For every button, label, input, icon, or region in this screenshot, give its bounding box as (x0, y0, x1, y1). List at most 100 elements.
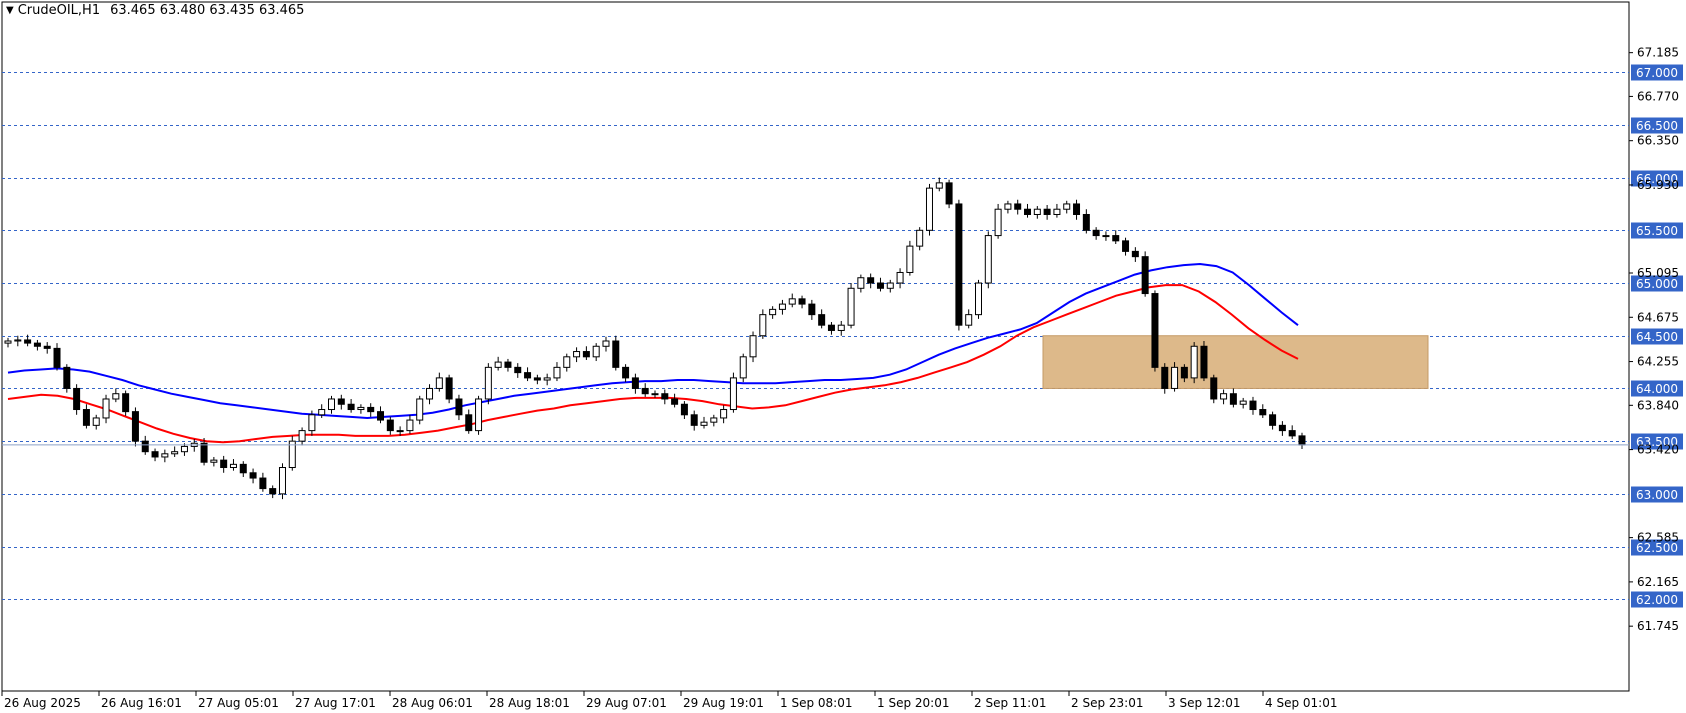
collapse-triangle-icon[interactable]: ▼ (6, 5, 14, 16)
candle-body (788, 298, 796, 305)
candle-body (543, 377, 551, 381)
candle-body (435, 377, 443, 389)
candle-body (700, 421, 708, 426)
y-tick-label: 64.675 (1637, 310, 1679, 324)
candle-body (778, 303, 786, 310)
y-tick-label: 63.420 (1637, 443, 1679, 457)
candle-body (1200, 345, 1208, 379)
chart-window: 67.000 66.500 66.000 65.500 65.000 64.500 64.0… (0, 0, 1686, 713)
candle-body (837, 324, 845, 331)
candle-body (1278, 424, 1286, 432)
candle-body (161, 453, 169, 458)
candle-body (671, 398, 679, 405)
candle-body (886, 282, 894, 289)
candle-body (1122, 240, 1130, 252)
y-tick-label: 63.840 (1637, 398, 1679, 412)
candle-body (249, 472, 257, 479)
candle-body (925, 187, 933, 231)
candle-body (945, 182, 953, 205)
ohlc-readout: 63.465 63.480 63.435 63.465 (110, 3, 305, 18)
candle-body (1239, 400, 1247, 405)
candle-body (1073, 203, 1081, 215)
candle-body (1063, 203, 1071, 210)
price-chart[interactable]: 67.00066.50066.00065.50065.00064.50064.0… (0, 0, 1686, 713)
candle-body (749, 335, 757, 358)
candle-body (1033, 208, 1041, 215)
candle-body (377, 411, 385, 421)
candle-body (1220, 393, 1228, 400)
candle-body (1102, 235, 1110, 238)
candle-body (896, 271, 904, 284)
x-tick-label: 26 Aug 2025 (4, 696, 81, 710)
symbol-header: ▼ CrudeOIL,H1 63.465 63.480 63.435 63.46… (6, 3, 304, 18)
x-tick-label: 26 Aug 16:01 (101, 696, 182, 710)
candle-body (592, 345, 600, 358)
y-tick-label: 67.185 (1637, 46, 1679, 60)
y-tick-label: 64.255 (1637, 355, 1679, 369)
candle-body (729, 377, 737, 411)
candle-body (994, 208, 1002, 237)
x-tick-label: 1 Sep 20:01 (877, 696, 949, 710)
candle-body (739, 356, 747, 379)
candle-body (847, 287, 855, 326)
candle-body (416, 398, 424, 421)
candle-body (1269, 414, 1277, 426)
candle-body (1249, 400, 1257, 411)
candle-body (318, 409, 326, 416)
candle-body (131, 411, 139, 442)
candle-body (357, 406, 365, 411)
candle-body (965, 314, 973, 326)
candle-body (1288, 430, 1296, 437)
support-resistance-zone (1042, 335, 1429, 389)
x-tick-label: 2 Sep 23:01 (1071, 696, 1143, 710)
candle-body (445, 377, 453, 400)
candle-body (1180, 366, 1188, 379)
y-tick-label: 62.585 (1637, 531, 1679, 545)
candle-body (1112, 235, 1120, 242)
candle-body (1092, 229, 1100, 237)
candle-body (1171, 366, 1179, 389)
candle-body (1043, 208, 1051, 215)
candle-body (955, 203, 963, 326)
candle-body (259, 477, 267, 490)
candle-body (112, 393, 120, 400)
time-axis: 26 Aug 2025 26 Aug 16:01 27 Aug 05:01 27 Au… (1, 691, 1337, 710)
candle-body (24, 339, 32, 344)
candle-body (661, 393, 669, 400)
candle-body (857, 277, 865, 289)
candle-body (984, 235, 992, 284)
candle-body (680, 403, 688, 416)
candle-body (1210, 377, 1218, 400)
candle-body (827, 324, 835, 331)
candle-body (916, 229, 924, 247)
candle-body (308, 414, 316, 432)
candle-body (269, 488, 277, 495)
candle-body (298, 430, 306, 442)
level-label: 66.500 (1636, 119, 1678, 133)
candle-body (92, 417, 100, 426)
candle-body (1141, 256, 1149, 295)
candle-body (622, 366, 630, 379)
candle-body (455, 398, 463, 416)
candle-body (1151, 293, 1159, 368)
candle-body (720, 409, 728, 419)
level-label: 64.000 (1636, 382, 1678, 396)
y-tick-label: 66.770 (1637, 89, 1679, 103)
candle-body (602, 340, 610, 347)
candle-body (1131, 250, 1139, 258)
x-tick-label: 29 Aug 19:01 (683, 696, 764, 710)
candle-body (494, 361, 502, 368)
candle-body (582, 351, 590, 358)
candle-body (759, 314, 767, 337)
candle-body (867, 277, 875, 284)
candle-body (426, 387, 434, 400)
candle-body (504, 361, 512, 368)
candle-body (151, 451, 159, 458)
candle-body (975, 282, 982, 316)
candle-body (1190, 345, 1198, 379)
candle-body (818, 314, 826, 326)
candle-body (651, 393, 659, 396)
candle-body (73, 387, 81, 411)
candle-body (1014, 203, 1022, 210)
candle-body (367, 406, 375, 413)
